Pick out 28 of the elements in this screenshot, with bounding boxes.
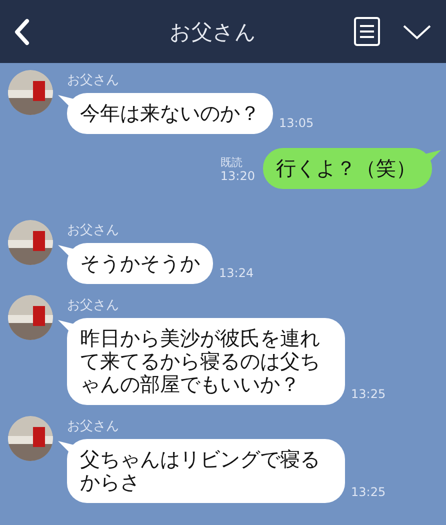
back-button[interactable] xyxy=(12,18,32,46)
bubble-tail xyxy=(58,245,74,257)
avatar-photo xyxy=(8,416,53,461)
message-bubble: 昨日から美沙が彼氏を連れて来てるから寝るのは父ちゃんの部屋でもいいか？ xyxy=(67,318,345,405)
avatar-photo xyxy=(8,70,53,115)
notes-icon[interactable] xyxy=(354,17,380,46)
message-time: 13:25 xyxy=(351,485,386,499)
bubble-tail xyxy=(58,441,74,453)
bubble-tail xyxy=(58,95,74,107)
message-time: 13:20 xyxy=(220,169,255,183)
message-bubble: そうかそうか xyxy=(67,243,213,284)
bubble-tail xyxy=(58,320,74,332)
message-bubble: 父ちゃんはリビングで寝るからさ xyxy=(67,439,345,503)
chevron-down-icon[interactable] xyxy=(402,24,432,40)
read-receipt: 既読 xyxy=(220,156,242,169)
sender-name: お父さん xyxy=(67,298,120,314)
message-bubble: 今年は来ないのか？ xyxy=(67,93,273,134)
bubble-tail xyxy=(425,150,441,162)
message-time: 13:24 xyxy=(219,266,254,280)
avatar-photo xyxy=(8,220,53,265)
message-time: 13:05 xyxy=(279,116,314,130)
sender-name: お父さん xyxy=(67,419,120,435)
sender-name: お父さん xyxy=(67,223,120,239)
sender-name: お父さん xyxy=(67,73,120,89)
message-bubble: 行くよ？（笑） xyxy=(263,148,432,189)
chat-title: お父さん xyxy=(168,18,258,46)
avatar-photo xyxy=(8,295,53,340)
message-time: 13:25 xyxy=(351,387,386,401)
